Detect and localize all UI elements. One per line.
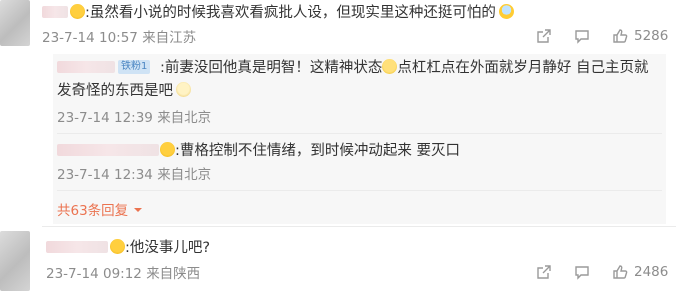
comment-icon[interactable] bbox=[574, 28, 590, 44]
comment-text: :虽然看小说的时候我喜欢看疯批人设，但现实里这种还挺可怕的 bbox=[70, 2, 514, 23]
comment-meta: 23-7-14 09:12 来自陕西 bbox=[46, 265, 200, 283]
timestamp: 23-7-14 12:39 bbox=[57, 110, 153, 126]
reply-meta: 23-7-14 12:34 来自北京 bbox=[57, 166, 211, 184]
fan-badge: 铁粉1 bbox=[118, 60, 151, 74]
avatar[interactable] bbox=[0, 0, 30, 46]
chevron-down-icon bbox=[134, 208, 143, 212]
reply-text: :曹格控制不住情绪，到时候冲动起来 要灭口 bbox=[160, 140, 460, 161]
more-replies-link[interactable]: 共63条回复 bbox=[57, 200, 143, 220]
emoji-icon bbox=[110, 239, 125, 254]
divider bbox=[42, 226, 676, 227]
username[interactable] bbox=[57, 61, 115, 73]
username[interactable] bbox=[42, 6, 68, 18]
location: 来自北京 bbox=[157, 167, 212, 183]
emoji-icon bbox=[70, 4, 85, 19]
comment-text: :他没事儿吧? bbox=[110, 237, 210, 258]
like-count: 5286 bbox=[634, 28, 669, 44]
divider bbox=[57, 133, 662, 134]
timestamp: 23-7-14 10:57 bbox=[42, 30, 138, 46]
reply-text: :前妻没回他真是明智！这精神状态 点杠杠点在外面就岁月静好 自己主页就 bbox=[160, 59, 649, 76]
username[interactable] bbox=[57, 144, 159, 156]
location: 来自北京 bbox=[157, 110, 212, 126]
timestamp: 23-7-14 12:34 bbox=[57, 167, 153, 183]
comment-icon[interactable] bbox=[574, 264, 590, 280]
share-icon[interactable] bbox=[536, 28, 552, 44]
divider bbox=[57, 190, 662, 191]
like-count: 2486 bbox=[634, 264, 669, 280]
share-icon[interactable] bbox=[536, 264, 552, 280]
location: 来自陕西 bbox=[146, 266, 201, 282]
location: 来自江苏 bbox=[142, 30, 197, 46]
emoji-icon bbox=[498, 4, 514, 19]
comment-meta: 23-7-14 10:57 来自江苏 bbox=[42, 29, 196, 47]
timestamp: 23-7-14 09:12 bbox=[46, 266, 142, 282]
username[interactable] bbox=[46, 241, 108, 253]
reply-text-line2: 发奇怪的东西是吧 bbox=[57, 80, 191, 101]
emoji-icon bbox=[160, 142, 175, 157]
reply-meta: 23-7-14 12:39 来自北京 bbox=[57, 109, 211, 127]
avatar[interactable] bbox=[0, 231, 30, 291]
emoji-icon bbox=[382, 59, 398, 74]
like-icon[interactable] bbox=[612, 28, 628, 44]
like-icon[interactable] bbox=[612, 264, 628, 280]
emoji-icon bbox=[176, 82, 191, 97]
